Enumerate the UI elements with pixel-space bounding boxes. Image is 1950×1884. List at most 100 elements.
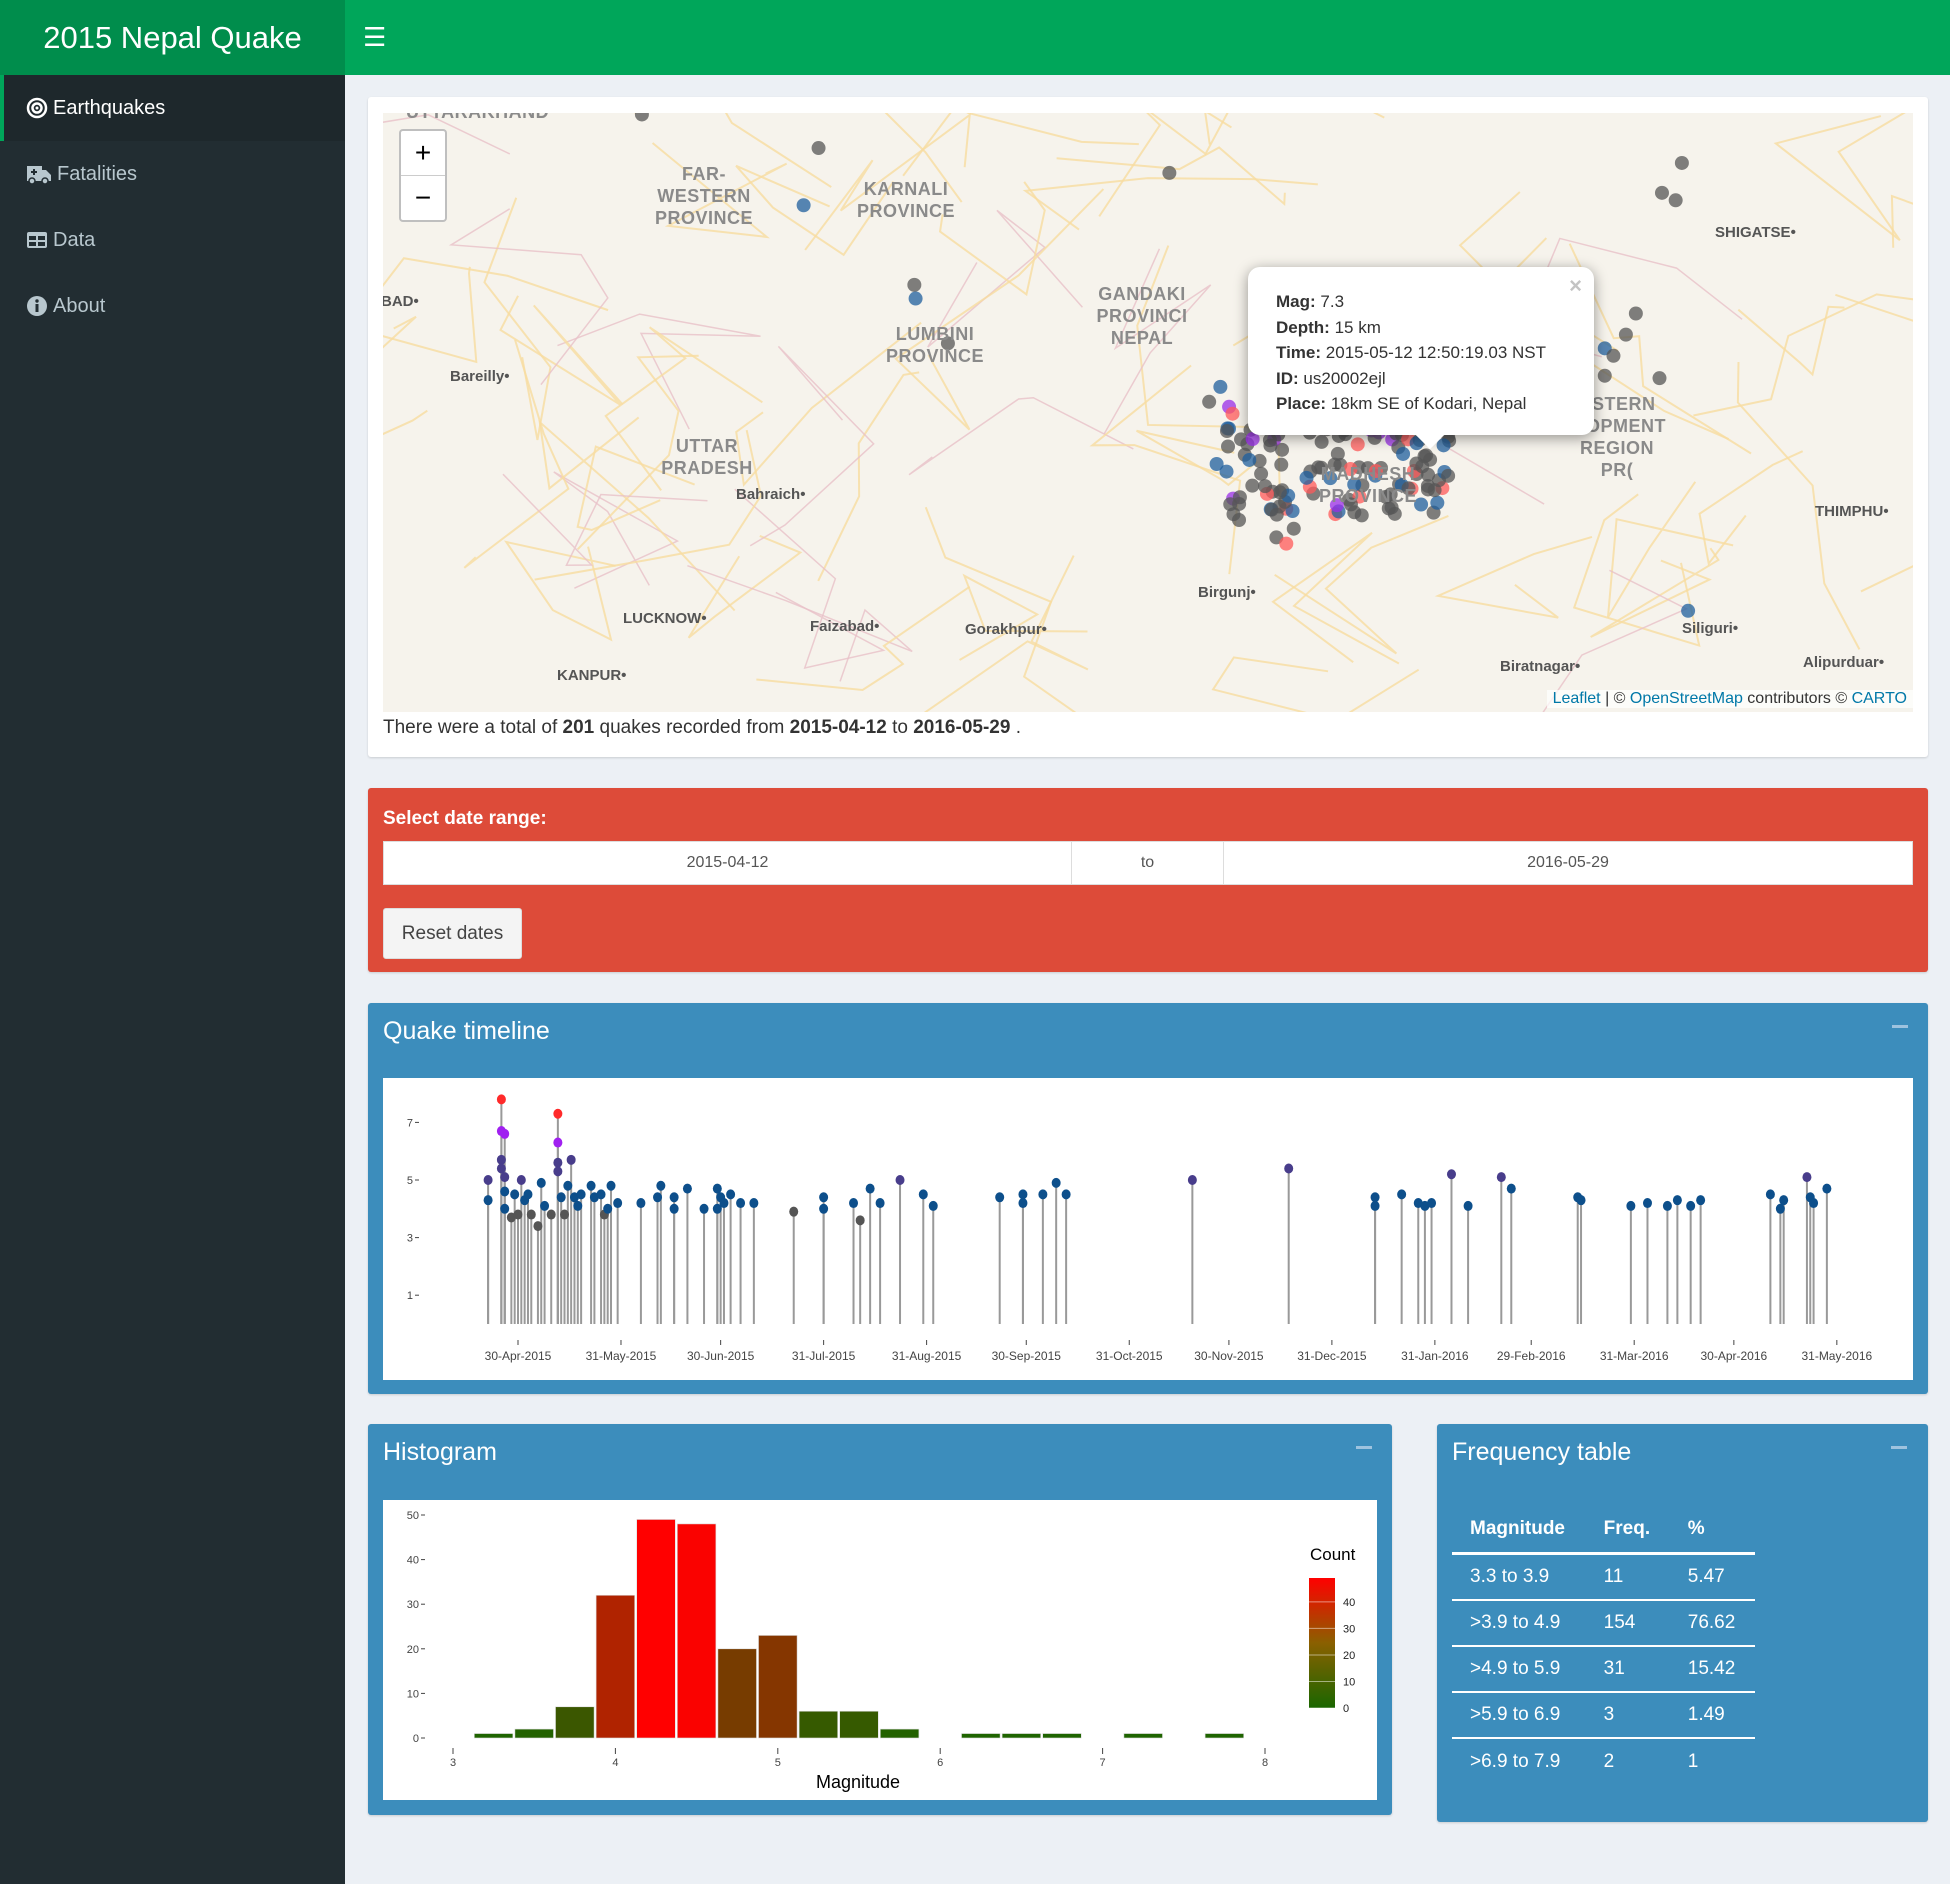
- collapse-button[interactable]: [1891, 1446, 1907, 1449]
- quake-marker[interactable]: [1681, 603, 1696, 618]
- lollipop-point: [536, 1177, 546, 1188]
- lollipop-point: [736, 1198, 746, 1209]
- quake-marker[interactable]: [907, 277, 922, 292]
- quake-marker[interactable]: [811, 141, 826, 156]
- y-tick-label: 5: [407, 1175, 413, 1187]
- lollipop-point: [573, 1200, 583, 1211]
- reset-dates-button[interactable]: Reset dates: [383, 908, 522, 959]
- quake-map[interactable]: UTTARAKHAND FAR- WESTERN PROVINCE KARNALI …: [383, 113, 1913, 712]
- map-region-label: MADHESH PROVINCE: [1318, 464, 1418, 506]
- y-tick-label: 40: [407, 1555, 419, 1567]
- quake-marker[interactable]: [1654, 185, 1669, 200]
- table-row: 3.3 to 3.9 11 5.47: [1452, 1553, 1755, 1601]
- quake-marker[interactable]: [1652, 371, 1667, 386]
- lollipop-point: [553, 1108, 563, 1119]
- lollipop-point: [682, 1183, 692, 1194]
- quake-marker[interactable]: [1606, 348, 1621, 363]
- quake-marker[interactable]: [1274, 457, 1289, 472]
- start-date-input[interactable]: 2015-04-12: [383, 841, 1072, 885]
- quake-marker[interactable]: [1286, 521, 1301, 536]
- close-icon[interactable]: ×: [1569, 273, 1582, 299]
- quake-marker[interactable]: [1628, 306, 1643, 321]
- quake-marker[interactable]: [1226, 507, 1241, 522]
- osm-link[interactable]: OpenStreetMap: [1630, 690, 1743, 707]
- lollipop-point: [995, 1192, 1005, 1203]
- lollipop-point: [510, 1189, 520, 1200]
- quake-marker[interactable]: [1441, 468, 1456, 483]
- quake-marker[interactable]: [1221, 439, 1236, 454]
- quake-marker[interactable]: [634, 113, 649, 122]
- quake-marker[interactable]: [1269, 507, 1284, 522]
- zoom-out-button[interactable]: −: [401, 176, 445, 221]
- map-road: [1434, 536, 1593, 619]
- zoom-in-button[interactable]: +: [401, 131, 445, 176]
- sidebar-item-about[interactable]: About: [0, 273, 345, 339]
- lollipop-point: [1662, 1200, 1672, 1211]
- legend-tick-label: 30: [1343, 1623, 1355, 1635]
- sidebar-item-fatalities[interactable]: Fatalities: [0, 141, 345, 207]
- table-cell: 154: [1585, 1600, 1670, 1647]
- lollipop-point: [483, 1175, 493, 1185]
- quake-marker[interactable]: [1314, 434, 1329, 449]
- quake-marker[interactable]: [1213, 379, 1228, 394]
- summary-to: 2016-05-29: [913, 717, 1011, 738]
- quake-marker[interactable]: [1350, 437, 1365, 452]
- sidebar-item-earthquakes[interactable]: Earthquakes: [0, 75, 345, 141]
- quake-marker[interactable]: [1279, 536, 1294, 551]
- lollipop-point: [1672, 1195, 1682, 1206]
- summary-text: quakes recorded from: [594, 717, 790, 738]
- quake-marker[interactable]: [1225, 406, 1240, 421]
- quake-marker[interactable]: [908, 291, 923, 306]
- lollipop-point: [1370, 1192, 1380, 1203]
- x-tick-label: 30-Apr-2016: [1700, 1349, 1767, 1363]
- quake-marker[interactable]: [1674, 155, 1689, 170]
- table-icon: [27, 232, 47, 248]
- quake-marker[interactable]: [1262, 433, 1277, 448]
- quake-marker[interactable]: [1258, 479, 1273, 494]
- quake-marker[interactable]: [1597, 368, 1612, 383]
- hamburger-icon[interactable]: ☰: [363, 22, 389, 52]
- histogram-svg: 0 10 20 30 40 50 3 4 5 6 7 8 Magnitude Count 0 10 20 30 40: [407, 1510, 1356, 1792]
- x-tick-label: 4: [612, 1757, 618, 1769]
- quake-marker[interactable]: [1430, 495, 1445, 510]
- lollipop-point: [603, 1203, 613, 1214]
- map-city-label: Gorakhpur•: [965, 621, 1047, 638]
- end-date-input[interactable]: 2016-05-29: [1223, 841, 1913, 885]
- lollipop-point: [895, 1175, 905, 1185]
- lollipop-point: [500, 1128, 510, 1139]
- table-cell: 3.3 to 3.9: [1452, 1553, 1586, 1601]
- quake-marker[interactable]: [1202, 394, 1217, 409]
- map-city-label: LUCKNOW•: [623, 610, 707, 627]
- carto-link[interactable]: CARTO: [1852, 690, 1907, 707]
- collapse-button[interactable]: [1356, 1446, 1372, 1449]
- quake-marker[interactable]: [1245, 478, 1260, 493]
- id-value: us20002ejl: [1303, 368, 1386, 388]
- quake-marker[interactable]: [1417, 449, 1432, 464]
- quake-marker[interactable]: [1242, 452, 1257, 467]
- quake-marker[interactable]: [1387, 506, 1402, 521]
- legend-color-bar: [1309, 1578, 1335, 1708]
- collapse-button[interactable]: [1892, 1025, 1908, 1028]
- col-header-percent: %: [1669, 1506, 1755, 1555]
- lollipop-point: [819, 1192, 829, 1203]
- quake-marker[interactable]: [796, 198, 811, 213]
- map-road: [1211, 656, 1420, 712]
- quake-marker[interactable]: [1436, 438, 1451, 453]
- map-road: [966, 113, 1139, 146]
- quake-marker[interactable]: [1618, 327, 1633, 342]
- attr-contrib: contributors ©: [1742, 690, 1852, 707]
- leaflet-link[interactable]: Leaflet: [1553, 690, 1601, 707]
- lollipop-point: [540, 1200, 550, 1211]
- lollipop-point: [1506, 1183, 1516, 1194]
- quake-marker[interactable]: [1396, 446, 1411, 461]
- table-cell: 1: [1687, 1750, 1699, 1772]
- quake-marker[interactable]: [1254, 466, 1269, 481]
- app-title[interactable]: 2015 Nepal Quake: [0, 0, 345, 75]
- quake-marker[interactable]: [1232, 490, 1247, 505]
- sidebar-item-data[interactable]: Data: [0, 207, 345, 273]
- lollipop-point: [699, 1203, 709, 1214]
- quake-marker[interactable]: [1668, 193, 1683, 208]
- quake-marker[interactable]: [1219, 464, 1234, 479]
- quake-marker[interactable]: [1162, 165, 1177, 180]
- quake-marker[interactable]: [1219, 424, 1234, 439]
